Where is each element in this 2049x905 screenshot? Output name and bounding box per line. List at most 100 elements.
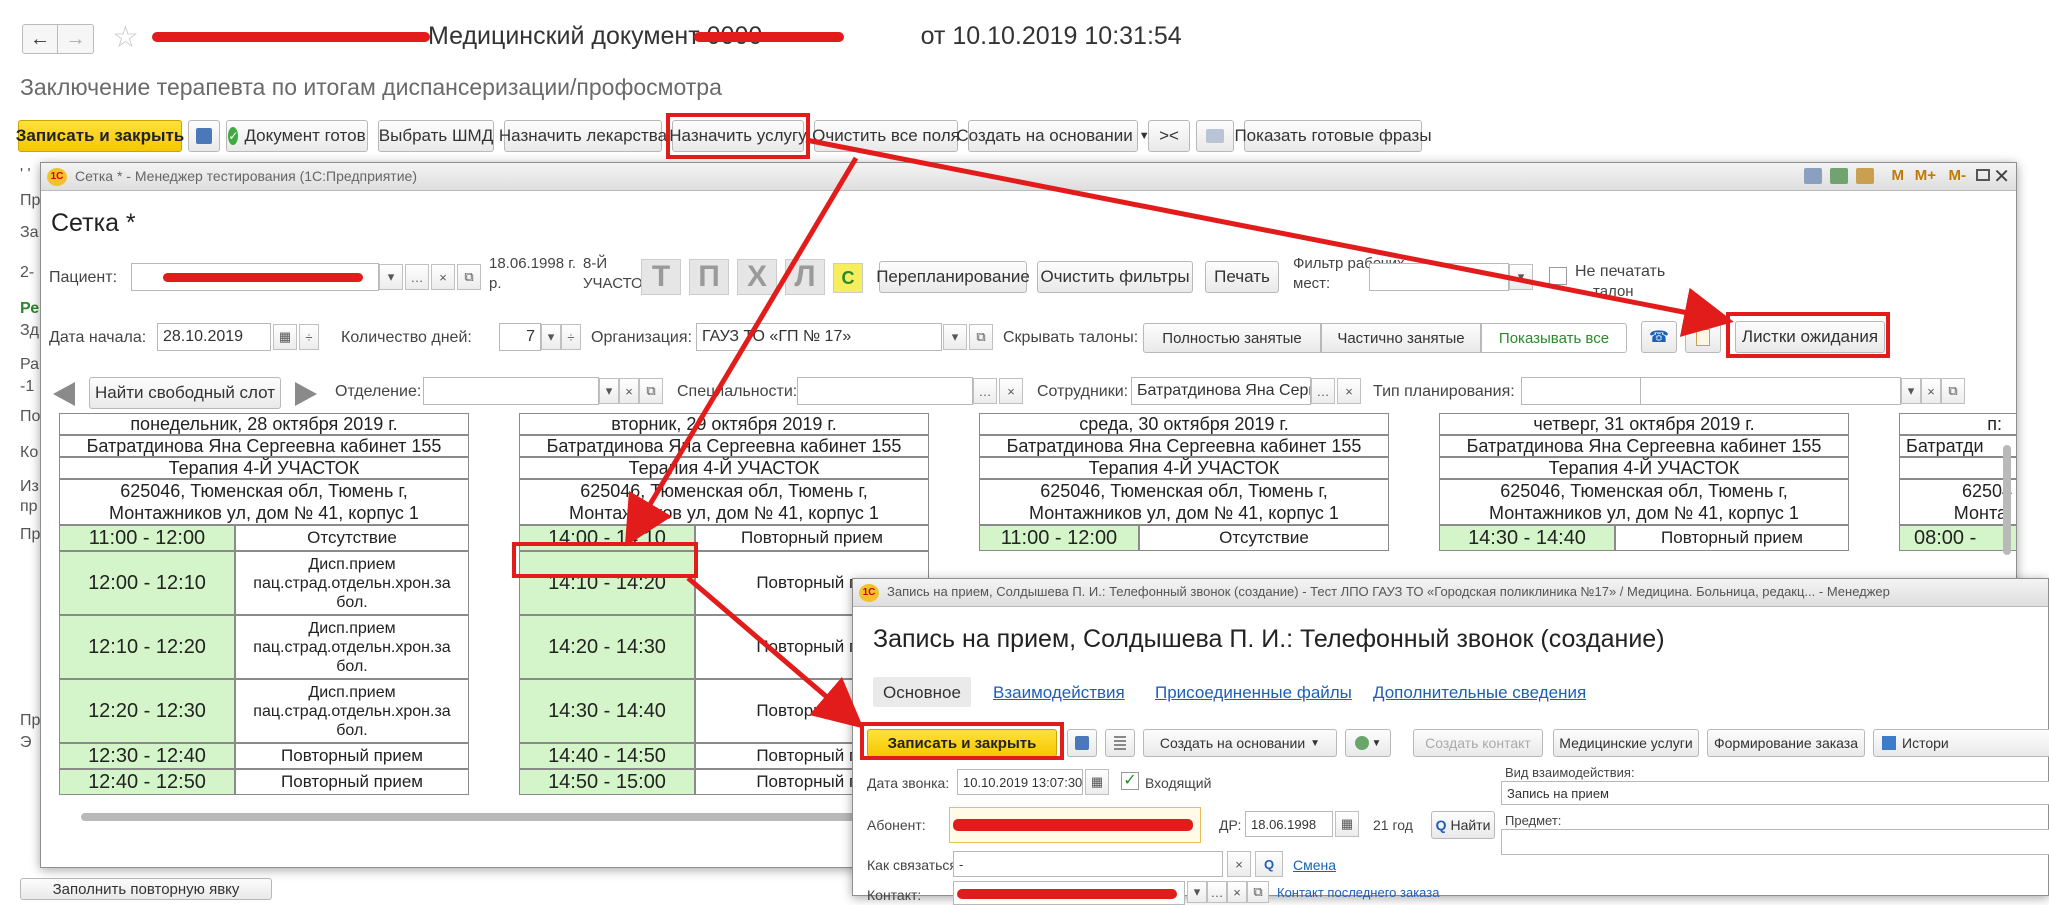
slot-time[interactable]: 14:50 - 15:00 [519,769,695,795]
department-open[interactable]: ⧉ [639,378,663,404]
slot-status[interactable]: Повторный прием [1615,525,1849,551]
contact-dropdown[interactable]: ▾ [1187,881,1207,903]
star-icon[interactable]: ☆ [112,20,139,55]
memory-minus-button[interactable]: M- [1949,167,1967,184]
save-icon-button[interactable] [1067,729,1097,757]
create-based-button[interactable]: Создать на основании ▼ [1143,729,1337,757]
tab-interactions[interactable]: Взаимодействия [993,683,1125,703]
collapse-button[interactable]: >< [1148,120,1190,152]
waiting-lists-button[interactable]: Листки ожидания [1735,321,1885,353]
medical-services-button[interactable]: Медицинские услуги [1553,729,1699,757]
specialties-select[interactable]: … [973,378,997,404]
slot-status[interactable]: Дисп.прием пац.страд.отдельн.хрон.за бол… [235,679,469,743]
slot-time[interactable]: 12:20 - 12:30 [59,679,235,743]
subject-field[interactable] [1501,829,2049,855]
save-close-button[interactable]: Записать и закрыть [16,120,184,152]
list-button[interactable] [1105,729,1135,757]
slot-time[interactable]: 12:10 - 12:20 [59,615,235,679]
replan-button[interactable]: Перепланирование [876,261,1030,293]
contact-select[interactable]: … [1207,881,1227,903]
contact-method-search[interactable]: Q [1255,851,1283,877]
slot-time[interactable]: 14:10 - 14:20 [519,551,695,615]
save-icon-button[interactable] [188,120,220,152]
department-field[interactable] [423,377,599,405]
plan-l-button[interactable]: Л [785,259,825,295]
slot-time[interactable]: 12:30 - 12:40 [59,743,235,769]
dob-calendar-button[interactable]: ▦ [1335,811,1359,837]
calendar-button[interactable]: ▦ [273,324,297,350]
workplace-filter-field[interactable] [1369,263,1509,291]
plan-type-dropdown[interactable]: ▾ [1901,378,1921,404]
close-icon[interactable]: ✕ [1993,164,2010,189]
slot-time[interactable]: 14:30 - 14:40 [1439,525,1615,551]
department-dropdown[interactable]: ▾ [599,378,619,404]
change-link[interactable]: Смена [1293,857,1336,873]
hide-full-button[interactable]: Полностью занятые [1143,323,1321,353]
slot-status[interactable]: Повторный прием [235,743,469,769]
slot-status[interactable]: Отсутствие [1139,525,1389,551]
slot-status[interactable]: Отсутствие [235,525,469,551]
create-contact-button[interactable]: Создать контакт [1413,729,1543,757]
choose-template-button[interactable]: Выбрать ШМД [378,120,494,152]
slot-time[interactable]: 11:00 - 12:00 [979,525,1139,551]
dob-field[interactable]: 18.06.1998 [1245,811,1333,837]
org-field[interactable]: ГАУЗ ТО «ГП № 17» [696,323,942,351]
calculator-icon[interactable] [1830,168,1848,184]
memory-m-button[interactable]: M [1892,167,1905,184]
workplace-filter-dropdown[interactable]: ▾ [1509,264,1533,290]
comment-button[interactable] [1196,120,1234,152]
date-stepper[interactable]: ÷ [299,324,319,350]
staff-clear[interactable]: × [1337,378,1361,404]
no-print-checkbox[interactable] [1549,267,1567,285]
staff-field[interactable]: Батратдинова Яна Сергее [1131,377,1311,405]
staff-select[interactable]: … [1311,378,1335,404]
contact-method-clear[interactable]: × [1227,851,1251,877]
back-button[interactable]: ← [22,24,58,54]
doc-ready-button[interactable]: ✓ Документ готов [226,120,368,152]
days-count-field[interactable]: 7 [499,323,541,351]
slot-status[interactable]: Повторный прием [695,525,929,551]
plan-type-field-ext[interactable] [1641,377,1901,405]
slot-time[interactable]: 08:00 - [1899,525,2016,551]
phone-button[interactable]: ☎ [1641,321,1677,353]
prev-week-button[interactable] [47,379,81,409]
create-based-button[interactable]: Создать на основании ▼ [956,120,1150,152]
scroll-thumb[interactable] [2003,445,2011,555]
maximize-icon[interactable] [1976,169,1990,181]
show-all-button[interactable]: Показывать все [1481,323,1627,353]
tab-additional-info[interactable]: Дополнительные сведения [1373,683,1586,703]
form-order-button[interactable]: Формирование заказа [1707,729,1865,757]
contact-method-field[interactable]: - [953,851,1223,877]
last-order-contact-link[interactable]: Контакт последнего заказа [1277,885,1439,900]
save-close-button[interactable]: Записать и закрыть [867,729,1057,757]
patient-select[interactable]: … [405,264,429,290]
slot-time[interactable]: 12:00 - 12:10 [59,551,235,615]
plan-type-clear[interactable]: × [1921,378,1941,404]
days-dropdown[interactable]: ▾ [541,324,561,350]
calendar-icon[interactable] [1856,168,1874,184]
next-week-button[interactable] [289,379,323,409]
plan-type-field[interactable] [1521,377,1641,405]
department-clear[interactable]: × [619,378,639,404]
clear-filters-button[interactable]: Очистить фильтры [1037,261,1193,293]
patient-dropdown[interactable]: ▾ [379,264,403,290]
plan-type-open[interactable]: ⧉ [1941,378,1965,404]
interaction-type-field[interactable]: Запись на прием [1501,781,2049,805]
tab-attached-files[interactable]: Присоединенные файлы [1155,683,1352,703]
slot-time[interactable]: 14:40 - 14:50 [519,743,695,769]
patient-open[interactable]: ⧉ [457,264,481,290]
plan-c-button[interactable]: С [833,263,863,293]
contact-open[interactable]: ⧉ [1247,881,1269,903]
people-button[interactable]: ▼ [1345,729,1391,757]
slot-time[interactable]: 12:40 - 12:50 [59,769,235,795]
assign-drugs-button[interactable]: Назначить лекарства [499,120,667,152]
org-open[interactable]: ⧉ [969,324,993,350]
print-button[interactable]: Печать [1205,261,1279,293]
slot-time[interactable]: 14:20 - 14:30 [519,615,695,679]
specialties-clear[interactable]: × [999,378,1023,404]
history-button[interactable]: Истори [1873,729,2049,757]
incoming-checkbox[interactable]: ✓ [1121,772,1139,790]
hide-partial-button[interactable]: Частично занятые [1321,323,1481,353]
plan-t-button[interactable]: Т [641,259,681,295]
slot-status[interactable]: Повторный прием [235,769,469,795]
